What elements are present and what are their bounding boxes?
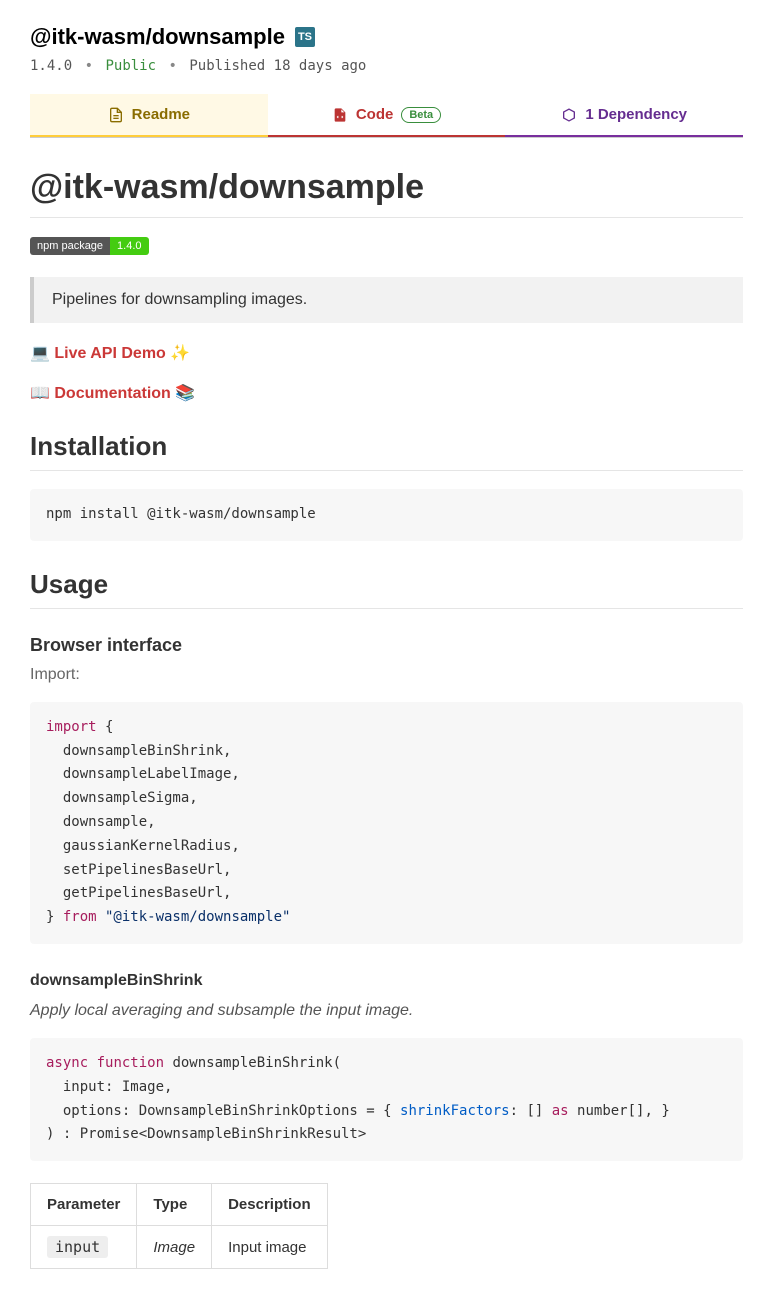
import-codeblock[interactable]: import { downsampleBinShrink, downsample… bbox=[30, 702, 743, 944]
npm-badge-label: npm package bbox=[30, 237, 110, 255]
th-description: Description bbox=[212, 1184, 328, 1226]
th-parameter: Parameter bbox=[31, 1184, 137, 1226]
package-meta: 1.4.0 • Public • Published 18 days ago bbox=[30, 58, 743, 74]
visibility-text: Public bbox=[105, 58, 156, 74]
parameters-table: Parameter Type Description input Image I… bbox=[30, 1183, 328, 1269]
tab-dependency[interactable]: 1 Dependency bbox=[505, 94, 743, 137]
file-icon bbox=[108, 107, 124, 123]
books-icon: 📚 bbox=[175, 385, 195, 402]
tab-readme[interactable]: Readme bbox=[30, 94, 268, 137]
laptop-icon: 💻 bbox=[30, 345, 54, 362]
import-label: Import: bbox=[30, 666, 743, 684]
function-name-heading: downsampleBinShrink bbox=[30, 972, 743, 990]
tab-code[interactable]: Code Beta bbox=[268, 94, 506, 137]
param-code: input bbox=[47, 1236, 108, 1258]
separator-dot: • bbox=[164, 58, 180, 74]
badge-row: npm package 1.4.0 bbox=[30, 236, 743, 255]
npm-badge-version: 1.4.0 bbox=[110, 237, 148, 255]
td-param-desc: Input image bbox=[212, 1226, 328, 1269]
function-signature-codeblock[interactable]: async function downsampleBinShrink( inpu… bbox=[30, 1038, 743, 1161]
tab-readme-label: Readme bbox=[132, 106, 190, 123]
install-codeblock[interactable]: npm install @itk-wasm/downsample bbox=[30, 489, 743, 541]
td-param-name: input bbox=[31, 1226, 137, 1269]
installation-heading: Installation bbox=[30, 431, 743, 471]
table-row: input Image Input image bbox=[31, 1226, 328, 1269]
code-file-icon bbox=[332, 107, 348, 123]
beta-badge: Beta bbox=[401, 107, 441, 123]
tab-dep-label: 1 Dependency bbox=[585, 106, 687, 123]
typescript-badge: TS bbox=[295, 27, 315, 47]
npm-version-badge[interactable]: npm package 1.4.0 bbox=[30, 237, 149, 255]
browser-interface-heading: Browser interface bbox=[30, 635, 743, 656]
book-icon: 📖 bbox=[30, 385, 54, 402]
sparkle-icon: ✨ bbox=[170, 345, 190, 362]
box-icon bbox=[561, 107, 577, 123]
documentation-link[interactable]: Documentation bbox=[54, 385, 170, 402]
published-text: Published 18 days ago bbox=[189, 58, 366, 74]
package-description: Pipelines for downsampling images. bbox=[30, 277, 743, 323]
table-header-row: Parameter Type Description bbox=[31, 1184, 328, 1226]
th-type: Type bbox=[137, 1184, 212, 1226]
package-name[interactable]: @itk-wasm/downsample bbox=[30, 24, 285, 50]
docs-row: 📖 Documentation 📚 bbox=[30, 383, 743, 403]
readme-title: @itk-wasm/downsample bbox=[30, 168, 743, 218]
version-text: 1.4.0 bbox=[30, 58, 72, 74]
live-demo-link[interactable]: Live API Demo bbox=[54, 345, 165, 362]
live-demo-row: 💻 Live API Demo ✨ bbox=[30, 343, 743, 363]
function-description: Apply local averaging and subsample the … bbox=[30, 1002, 743, 1020]
usage-heading: Usage bbox=[30, 569, 743, 609]
package-header: @itk-wasm/downsample TS bbox=[30, 24, 743, 50]
tabs-nav: Readme Code Beta 1 Dependency bbox=[30, 94, 743, 138]
td-param-type: Image bbox=[137, 1226, 212, 1269]
tab-code-label: Code bbox=[356, 106, 394, 123]
param-type: Image bbox=[153, 1239, 195, 1256]
separator-dot: • bbox=[81, 58, 97, 74]
